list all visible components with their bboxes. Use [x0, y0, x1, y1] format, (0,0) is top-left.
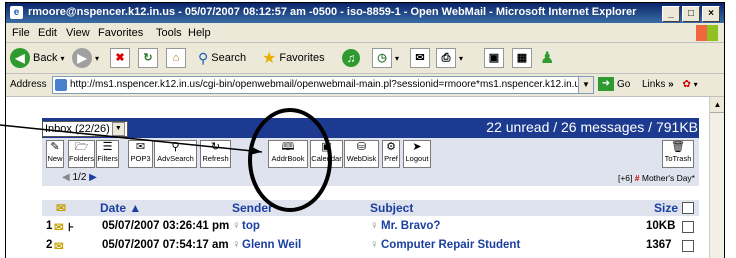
annotation-circle [248, 108, 332, 212]
annotation-overlay [0, 108, 332, 212]
annotation-pointer-line [0, 124, 263, 153]
